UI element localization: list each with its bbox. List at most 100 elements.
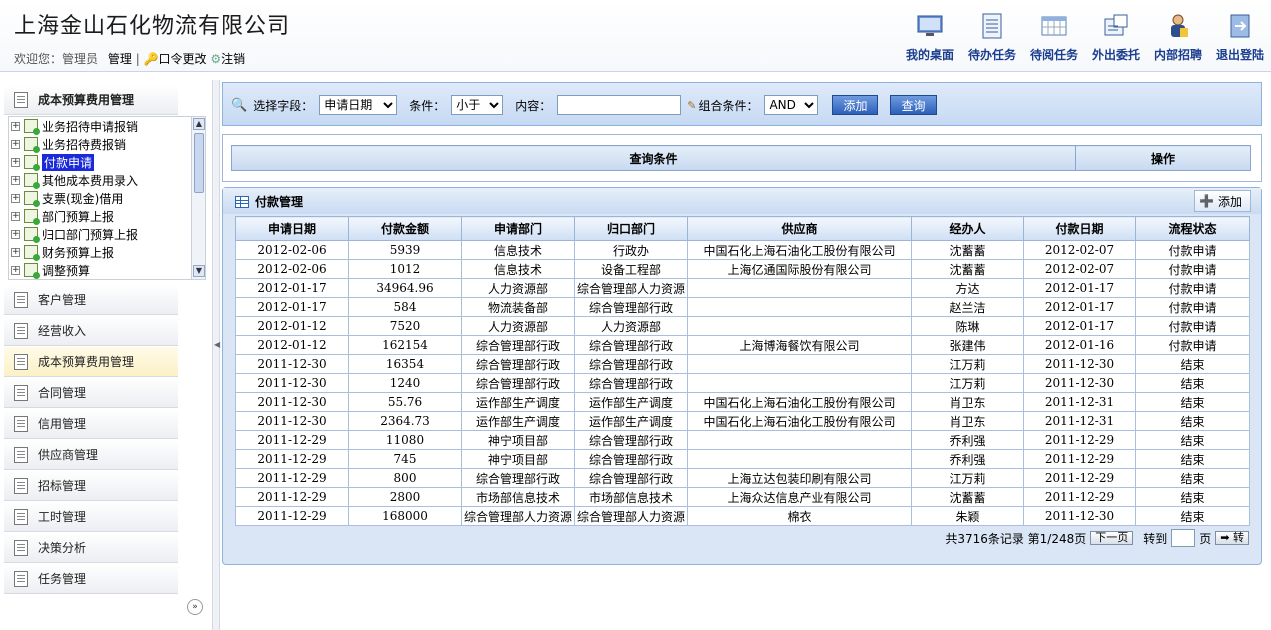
doc-icon (24, 227, 40, 243)
double-chevron-right-icon[interactable]: » (187, 599, 203, 615)
logout-link[interactable]: 注销 (221, 52, 245, 66)
table-cell: 2011-12-29 (235, 487, 349, 507)
table-cell: 2012-01-17 (235, 297, 349, 317)
collapse-arrow-icon[interactable]: ◀ (214, 340, 220, 349)
table-row[interactable]: 2012-01-17 34964.96 人力资源部 综合管理部人力资源 方达 2012-0… (235, 278, 1250, 298)
go-button-label: 转 (1233, 531, 1244, 544)
table-cell: 584 (348, 297, 462, 317)
table-row[interactable]: 2012-01-12 7520 人力资源部 人力资源部 陈琳 2012-01-17 付款申请 (235, 316, 1250, 336)
table-row[interactable]: 2011-12-29 800 综合管理部行政 综合管理部行政 上海立达包装印刷有限公司江… (235, 468, 1250, 488)
sidebar-section-contract[interactable]: 合同管理 (4, 378, 178, 408)
tree-item[interactable]: + 其他成本费用录入 (9, 171, 205, 189)
sidebar-section-task[interactable]: 任务管理 (4, 564, 178, 594)
table-cell: 赵兰洁 (911, 297, 1024, 317)
sidebar-section-credit[interactable]: 信用管理 (4, 409, 178, 439)
table-row[interactable]: 2011-12-29 2800 市场部信息技术 市场部信息技术 上海众达信息产业有限公司… (235, 487, 1250, 507)
tree-item[interactable]: + 支票(现金)借用 (9, 189, 205, 207)
nav-my-desktop[interactable]: 我的桌面 (899, 8, 961, 64)
table-row[interactable]: 2012-01-12 162154 综合管理部行政 综合管理部行政 上海博海餐饮有限公司… (235, 335, 1250, 355)
table-cell: 2011-12-29 (1023, 487, 1136, 507)
table-row[interactable]: 2012-02-06 1012 信息技术 设备工程部 上海亿通国际股份有限公司 沈蓄蓄 20… (235, 259, 1250, 279)
nav-internal-recruit[interactable]: 内部招聘 (1147, 8, 1209, 64)
expand-icon[interactable]: + (11, 211, 20, 221)
table-cell: 沈蓄蓄 (911, 487, 1024, 507)
table-row[interactable]: 2012-01-17 584 物流装备部 综合管理部行政 赵兰洁 2012-01-17 付款… (235, 297, 1250, 317)
table-cell: 5939 (348, 240, 462, 260)
table-row[interactable]: 2011-12-30 1240 综合管理部行政 综合管理部行政 江万莉 2011-12-3… (235, 373, 1250, 393)
field-select[interactable]: 申请日期 (319, 95, 398, 115)
doc-icon (24, 137, 40, 153)
expand-icon[interactable]: + (11, 139, 20, 149)
table-row[interactable]: 2011-12-29 168000 综合管理部人力资源 综合管理部人力资源 棉衣 朱颖 20… (235, 506, 1250, 526)
table-row[interactable]: 2011-12-29 745 神宁项目部 综合管理部行政 乔利强 2011-12-29 结束 (235, 449, 1250, 469)
tree-item[interactable]: + 付款申请 (9, 153, 205, 171)
nav-logout[interactable]: 退出登陆 (1209, 8, 1271, 64)
expand-icon[interactable]: + (11, 193, 20, 203)
column-header: 归口部门 (574, 216, 688, 241)
table-cell: 2012-02-06 (235, 240, 349, 260)
expand-icon[interactable]: + (11, 121, 20, 131)
sidebar-section-revenue[interactable]: 经营收入 (4, 316, 178, 346)
table-row[interactable]: 2011-12-30 2364.73 运作部生产调度 运作部生产调度 中国石化上海石油化… (235, 411, 1250, 431)
sidebar-section-customer[interactable]: 客户管理 (4, 285, 178, 315)
scroll-down-icon[interactable]: ▼ (193, 265, 205, 277)
tree-item[interactable]: + 调整预算 (9, 261, 205, 279)
section-label: 成本预算费用管理 (38, 355, 135, 369)
query-button[interactable]: 查询 (890, 95, 937, 115)
book-icon (14, 415, 28, 432)
tree-item[interactable]: + 财务预算上报 (9, 243, 205, 261)
tree-scrollbar[interactable]: ▲ ▼ (191, 117, 205, 279)
table-row[interactable]: 2011-12-29 11080 神宁项目部 综合管理部行政 乔利强 2011-12-29… (235, 430, 1250, 450)
table-cell: 付款申请 (1135, 278, 1250, 298)
add-record-button[interactable]: ➕ 添加 (1194, 190, 1251, 212)
nav-outside-delegate[interactable]: 外出委托 (1085, 8, 1147, 64)
table-row[interactable]: 2011-12-30 55.76 运作部生产调度 运作部生产调度 中国石化上海石油化工股… (235, 392, 1250, 412)
expand-icon[interactable]: + (11, 157, 20, 167)
table-cell: 2011-12-31 (1023, 411, 1136, 431)
table-cell: 2011-12-30 (1023, 373, 1136, 393)
sidebar: 成本预算费用管理 + 业务招待申请报销 + 业务招待费报销 + 付款申请 + 其他成本费… (0, 80, 212, 630)
sidebar-section-bidding[interactable]: 招标管理 (4, 471, 178, 501)
tree-item[interactable]: + 业务招待申请报销 (9, 117, 205, 135)
expand-icon[interactable]: + (11, 229, 20, 239)
table-row[interactable]: 2011-12-30 16354 综合管理部行政 综合管理部行政 江万莉 2011-12-… (235, 354, 1250, 374)
sidebar-section-decision[interactable]: 决策分析 (4, 533, 178, 563)
condition-label: 条件： (409, 98, 446, 113)
calendar-grid-icon (1041, 16, 1067, 36)
add-condition-button[interactable]: 添加 (832, 95, 879, 115)
table-cell: 信息技术 (461, 259, 575, 279)
book-icon (14, 508, 28, 525)
sidebar-section-active[interactable]: 成本预算费用管理 (4, 85, 178, 115)
sidebar-section-worktime[interactable]: 工时管理 (4, 502, 178, 532)
table-cell (687, 297, 912, 317)
table-cell: 2012-01-17 (1023, 278, 1136, 298)
sidebar-splitter[interactable]: ◀ (212, 80, 220, 630)
expand-icon[interactable]: + (11, 247, 20, 257)
table-cell: 江万莉 (911, 468, 1024, 488)
manage-link[interactable]: 管理 (108, 52, 132, 66)
goto-page-input[interactable] (1171, 529, 1196, 547)
scroll-thumb[interactable] (194, 133, 204, 193)
sidebar-section-supplier[interactable]: 供应商管理 (4, 440, 178, 470)
nav-todo-tasks[interactable]: 待办任务 (961, 8, 1023, 64)
content-input[interactable] (557, 95, 682, 115)
payment-grid-panel: 付款管理 ➕ 添加 申请日期 付款金额 申请部门 归口部门 供应商 经办人 付款日期 流程状态… (222, 187, 1262, 565)
scroll-up-icon[interactable]: ▲ (193, 118, 205, 130)
go-button[interactable]: ➡ 转 (1215, 531, 1249, 545)
password-change-link[interactable]: 口令更改 (159, 52, 207, 66)
tree-item[interactable]: + 归口部门预算上报 (9, 225, 205, 243)
nav-label: 待办任务 (967, 48, 1016, 62)
combo-select[interactable]: AND (764, 95, 819, 115)
expand-icon[interactable]: + (11, 175, 20, 185)
condition-select[interactable]: 小于 (451, 95, 504, 115)
sidebar-section-cost[interactable]: 成本预算费用管理 (4, 347, 178, 377)
table-row[interactable]: 2012-02-06 5939 信息技术 行政办 中国石化上海石油化工股份有限公司 沈蓄蓄… (235, 240, 1250, 260)
next-page-button[interactable]: 下一页 (1090, 531, 1134, 545)
table-cell: 神宁项目部 (461, 449, 575, 469)
expand-icon[interactable]: + (11, 265, 20, 275)
book-icon (14, 91, 28, 108)
table-cell: 2011-12-30 (235, 411, 349, 431)
tree-item[interactable]: + 部门预算上报 (9, 207, 205, 225)
nav-read-tasks[interactable]: 待阅任务 (1023, 8, 1085, 64)
tree-item[interactable]: + 业务招待费报销 (9, 135, 205, 153)
